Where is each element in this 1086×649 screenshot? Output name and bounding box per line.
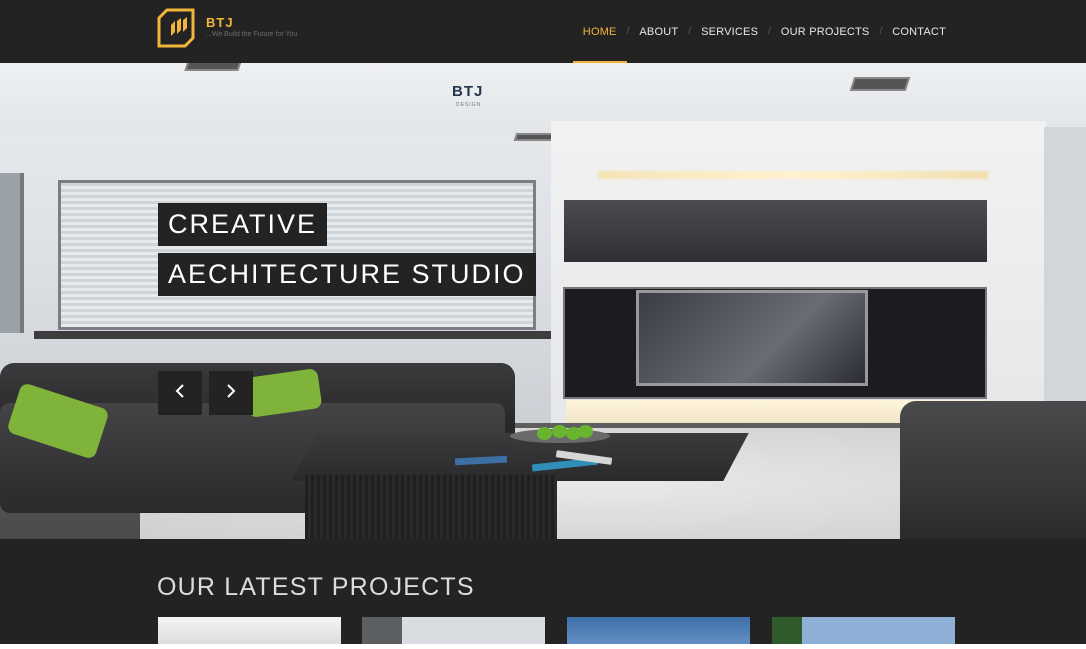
led-strip — [598, 171, 988, 179]
thumbnail-sign-sub: DESIGN — [456, 102, 482, 108]
viewport-edge — [0, 644, 1086, 649]
window-sill — [34, 331, 552, 339]
brand-tagline: ...We Build the Future for You — [206, 31, 298, 38]
coffee-table-side — [305, 475, 557, 539]
nav-our-projects[interactable]: OUR PROJECTS — [771, 0, 880, 63]
nav-services[interactable]: SERVICES — [691, 0, 768, 63]
latest-projects-section: OUR LATEST PROJECTS — [0, 539, 1086, 649]
ceiling-spotlight — [849, 77, 911, 91]
hero-heading-line2: AECHITECTURE STUDIO — [158, 253, 536, 296]
nav-contact[interactable]: CONTACT — [882, 0, 956, 63]
thumbnail-sign: BTJ — [452, 83, 484, 100]
apple — [537, 427, 552, 440]
sofa-right — [900, 401, 1086, 539]
nav-home[interactable]: HOME — [572, 0, 627, 63]
tv-screen — [636, 290, 868, 386]
apple — [578, 425, 593, 438]
brand-name[interactable]: BTJ — [206, 15, 234, 30]
site-header: BTJ ...We Build the Future for You HOME … — [0, 0, 1086, 63]
apple — [552, 425, 567, 438]
main-nav: HOME / ABOUT / SERVICES / OUR PROJECTS /… — [572, 0, 956, 63]
slider-next-button[interactable] — [209, 371, 253, 415]
btj-logo-icon[interactable] — [157, 8, 197, 48]
window-left — [0, 173, 24, 333]
side-wall — [1044, 127, 1086, 447]
display-shelf — [564, 200, 987, 262]
nav-about[interactable]: ABOUT — [629, 0, 688, 63]
chevron-right-icon — [227, 384, 236, 398]
ceiling-spotlight — [184, 63, 242, 71]
hero-heading-line1: CREATIVE — [158, 203, 328, 246]
chevron-left-icon — [175, 384, 184, 398]
section-title: OUR LATEST PROJECTS — [157, 573, 475, 601]
hero-slider: CREATIVE AECHITECTURE STUDIO — [0, 63, 1086, 539]
slider-prev-button[interactable] — [158, 371, 202, 415]
